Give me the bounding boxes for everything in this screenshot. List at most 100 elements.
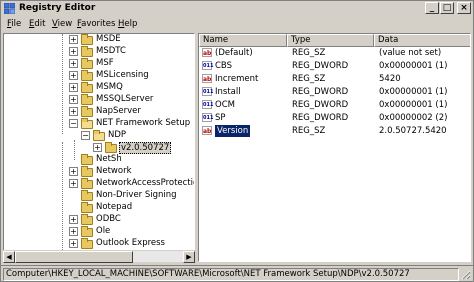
tree-item-label[interactable]: v2.0.50727 xyxy=(119,142,172,154)
expand-icon[interactable]: + xyxy=(69,47,78,56)
dword-value-icon: 011 xyxy=(202,113,214,122)
column-header-data[interactable]: Data xyxy=(374,34,470,47)
collapse-icon[interactable]: − xyxy=(69,119,78,128)
tree-item-label[interactable]: NET Framework Setup xyxy=(95,118,191,128)
expand-icon[interactable]: + xyxy=(69,71,78,80)
expand-icon[interactable]: + xyxy=(69,35,78,44)
value-name[interactable]: Increment xyxy=(215,73,258,85)
tree-horizontal-scrollbar[interactable]: ◀ ▶ xyxy=(3,250,195,263)
value-name[interactable]: OCM xyxy=(215,99,235,111)
open-folder-icon xyxy=(81,118,93,129)
expand-icon[interactable]: + xyxy=(69,227,78,236)
value-type: REG_DWORD xyxy=(292,87,349,97)
value-row[interactable]: 011 Install REG_DWORD 0x00000001 (1) xyxy=(199,86,470,98)
tree-item[interactable]: + MSLicensing xyxy=(4,70,194,82)
tree-item-label[interactable]: MSLicensing xyxy=(95,70,150,80)
tree-item[interactable]: + MSDE xyxy=(4,34,194,46)
menu-favorites[interactable]: Favorites xyxy=(77,19,115,29)
tree-item-label[interactable]: Notepad xyxy=(95,202,133,212)
tree-item-label[interactable]: NapServer xyxy=(95,106,142,116)
tree-item[interactable]: NetSh xyxy=(4,154,194,166)
tree-item-label[interactable]: Ole xyxy=(95,226,111,236)
menu-view[interactable]: View xyxy=(52,19,72,29)
tree-item[interactable]: + Outlook Express xyxy=(4,238,194,250)
tree-item-label[interactable]: NetworkAccessProtection xyxy=(95,178,194,188)
value-row[interactable]: ab Version REG_SZ 2.0.50727.5420 xyxy=(199,125,470,137)
column-header-type[interactable]: Type xyxy=(287,34,374,47)
tree-item-label[interactable]: NetSh xyxy=(95,154,123,164)
value-row[interactable]: 011 OCM REG_DWORD 0x00000001 (1) xyxy=(199,99,470,111)
resize-grip-icon[interactable] xyxy=(461,270,471,280)
expand-icon[interactable]: + xyxy=(69,107,78,116)
scroll-thumb[interactable] xyxy=(15,251,133,263)
dword-value-icon: 011 xyxy=(202,87,214,96)
tree-item[interactable]: − NET Framework Setup xyxy=(4,118,194,130)
value-type: REG_DWORD xyxy=(292,113,349,123)
menu-file[interactable]: File xyxy=(7,19,21,29)
tree-item[interactable]: + NetworkAccessProtection xyxy=(4,178,194,190)
title-bar[interactable]: Registry Editor _ □ × xyxy=(1,1,473,17)
value-row[interactable]: ab Increment REG_SZ 5420 xyxy=(199,73,470,85)
tree-item-label[interactable]: ODBC xyxy=(95,214,122,224)
value-name[interactable]: Version xyxy=(215,125,251,137)
tree-item[interactable]: + MSMQ xyxy=(4,82,194,94)
tree-item[interactable]: + v2.0.50727 xyxy=(4,142,194,154)
tree-item-label[interactable]: NDP xyxy=(107,130,127,140)
value-data: 0x00000001 (1) xyxy=(379,61,448,71)
tree-item[interactable]: + NapServer xyxy=(4,106,194,118)
tree-item-label[interactable]: MSMQ xyxy=(95,82,124,92)
value-name[interactable]: Install xyxy=(215,86,241,98)
value-type: REG_SZ xyxy=(292,74,326,84)
maximize-button[interactable]: □ xyxy=(440,2,454,14)
string-value-icon: ab xyxy=(202,48,212,57)
expand-icon[interactable]: + xyxy=(69,83,78,92)
expand-icon[interactable]: + xyxy=(69,179,78,188)
value-type: REG_SZ xyxy=(292,48,326,58)
string-value-icon: ab xyxy=(202,74,212,83)
collapse-icon[interactable]: − xyxy=(81,131,90,140)
string-value-icon: ab xyxy=(202,126,212,135)
tree-item[interactable]: + Ole xyxy=(4,226,194,238)
tree-item[interactable]: Notepad xyxy=(4,202,194,214)
registry-path: Computer\HKEY_LOCAL_MACHINE\SOFTWARE\Mic… xyxy=(3,268,459,281)
expand-icon[interactable]: + xyxy=(69,239,78,248)
tree-item-label[interactable]: MSF xyxy=(95,58,115,68)
value-data: 0x00000002 (2) xyxy=(379,113,448,123)
expand-icon[interactable]: + xyxy=(69,167,78,176)
tree-item[interactable]: + MSDTC xyxy=(4,46,194,58)
value-name[interactable]: (Default) xyxy=(215,47,253,59)
value-row[interactable]: 011 SP REG_DWORD 0x00000002 (2) xyxy=(199,112,470,124)
tree-item-label[interactable]: Outlook Express xyxy=(95,238,166,248)
expand-icon[interactable]: + xyxy=(69,95,78,104)
folder-icon xyxy=(81,226,93,237)
scroll-right-arrow-icon[interactable]: ▶ xyxy=(183,251,195,263)
expand-icon[interactable]: + xyxy=(69,59,78,68)
registry-values-list[interactable]: Name Type Data ab (Default) REG_SZ (value n… xyxy=(198,33,471,262)
expand-icon[interactable]: + xyxy=(93,143,102,152)
tree-item-label[interactable]: MSDTC xyxy=(95,46,127,56)
folder-icon xyxy=(81,190,93,201)
tree-item[interactable]: + MSF xyxy=(4,58,194,70)
menu-help-label: elp xyxy=(124,19,138,29)
minimize-button[interactable]: _ xyxy=(425,2,439,14)
scroll-left-arrow-icon[interactable]: ◀ xyxy=(3,251,15,263)
menu-edit[interactable]: Edit xyxy=(29,19,45,29)
tree-item[interactable]: + ODBC xyxy=(4,214,194,226)
tree-item[interactable]: Non-Driver Signing xyxy=(4,190,194,202)
value-name[interactable]: SP xyxy=(215,112,226,124)
menu-help[interactable]: Help xyxy=(118,19,137,29)
value-row[interactable]: 011 CBS REG_DWORD 0x00000001 (1) xyxy=(199,60,470,72)
tree-item-label[interactable]: Non-Driver Signing xyxy=(95,190,178,200)
tree-item-label[interactable]: Network xyxy=(95,166,133,176)
tree-item-label[interactable]: MSSQLServer xyxy=(95,94,154,104)
registry-key-tree[interactable]: + MSDE + MSDTC + MSF + MSLicensing + MSMQ + MSSQLSe… xyxy=(3,33,195,262)
column-header-name[interactable]: Name xyxy=(199,34,287,47)
expand-icon[interactable]: + xyxy=(69,215,78,224)
tree-item-label[interactable]: MSDE xyxy=(95,34,122,44)
tree-item[interactable]: + Network xyxy=(4,166,194,178)
value-name[interactable]: CBS xyxy=(215,60,232,72)
tree-item[interactable]: + MSSQLServer xyxy=(4,94,194,106)
tree-item[interactable]: − NDP xyxy=(4,130,194,142)
close-button[interactable]: × xyxy=(457,2,471,14)
value-row[interactable]: ab (Default) REG_SZ (value not set) xyxy=(199,47,470,59)
